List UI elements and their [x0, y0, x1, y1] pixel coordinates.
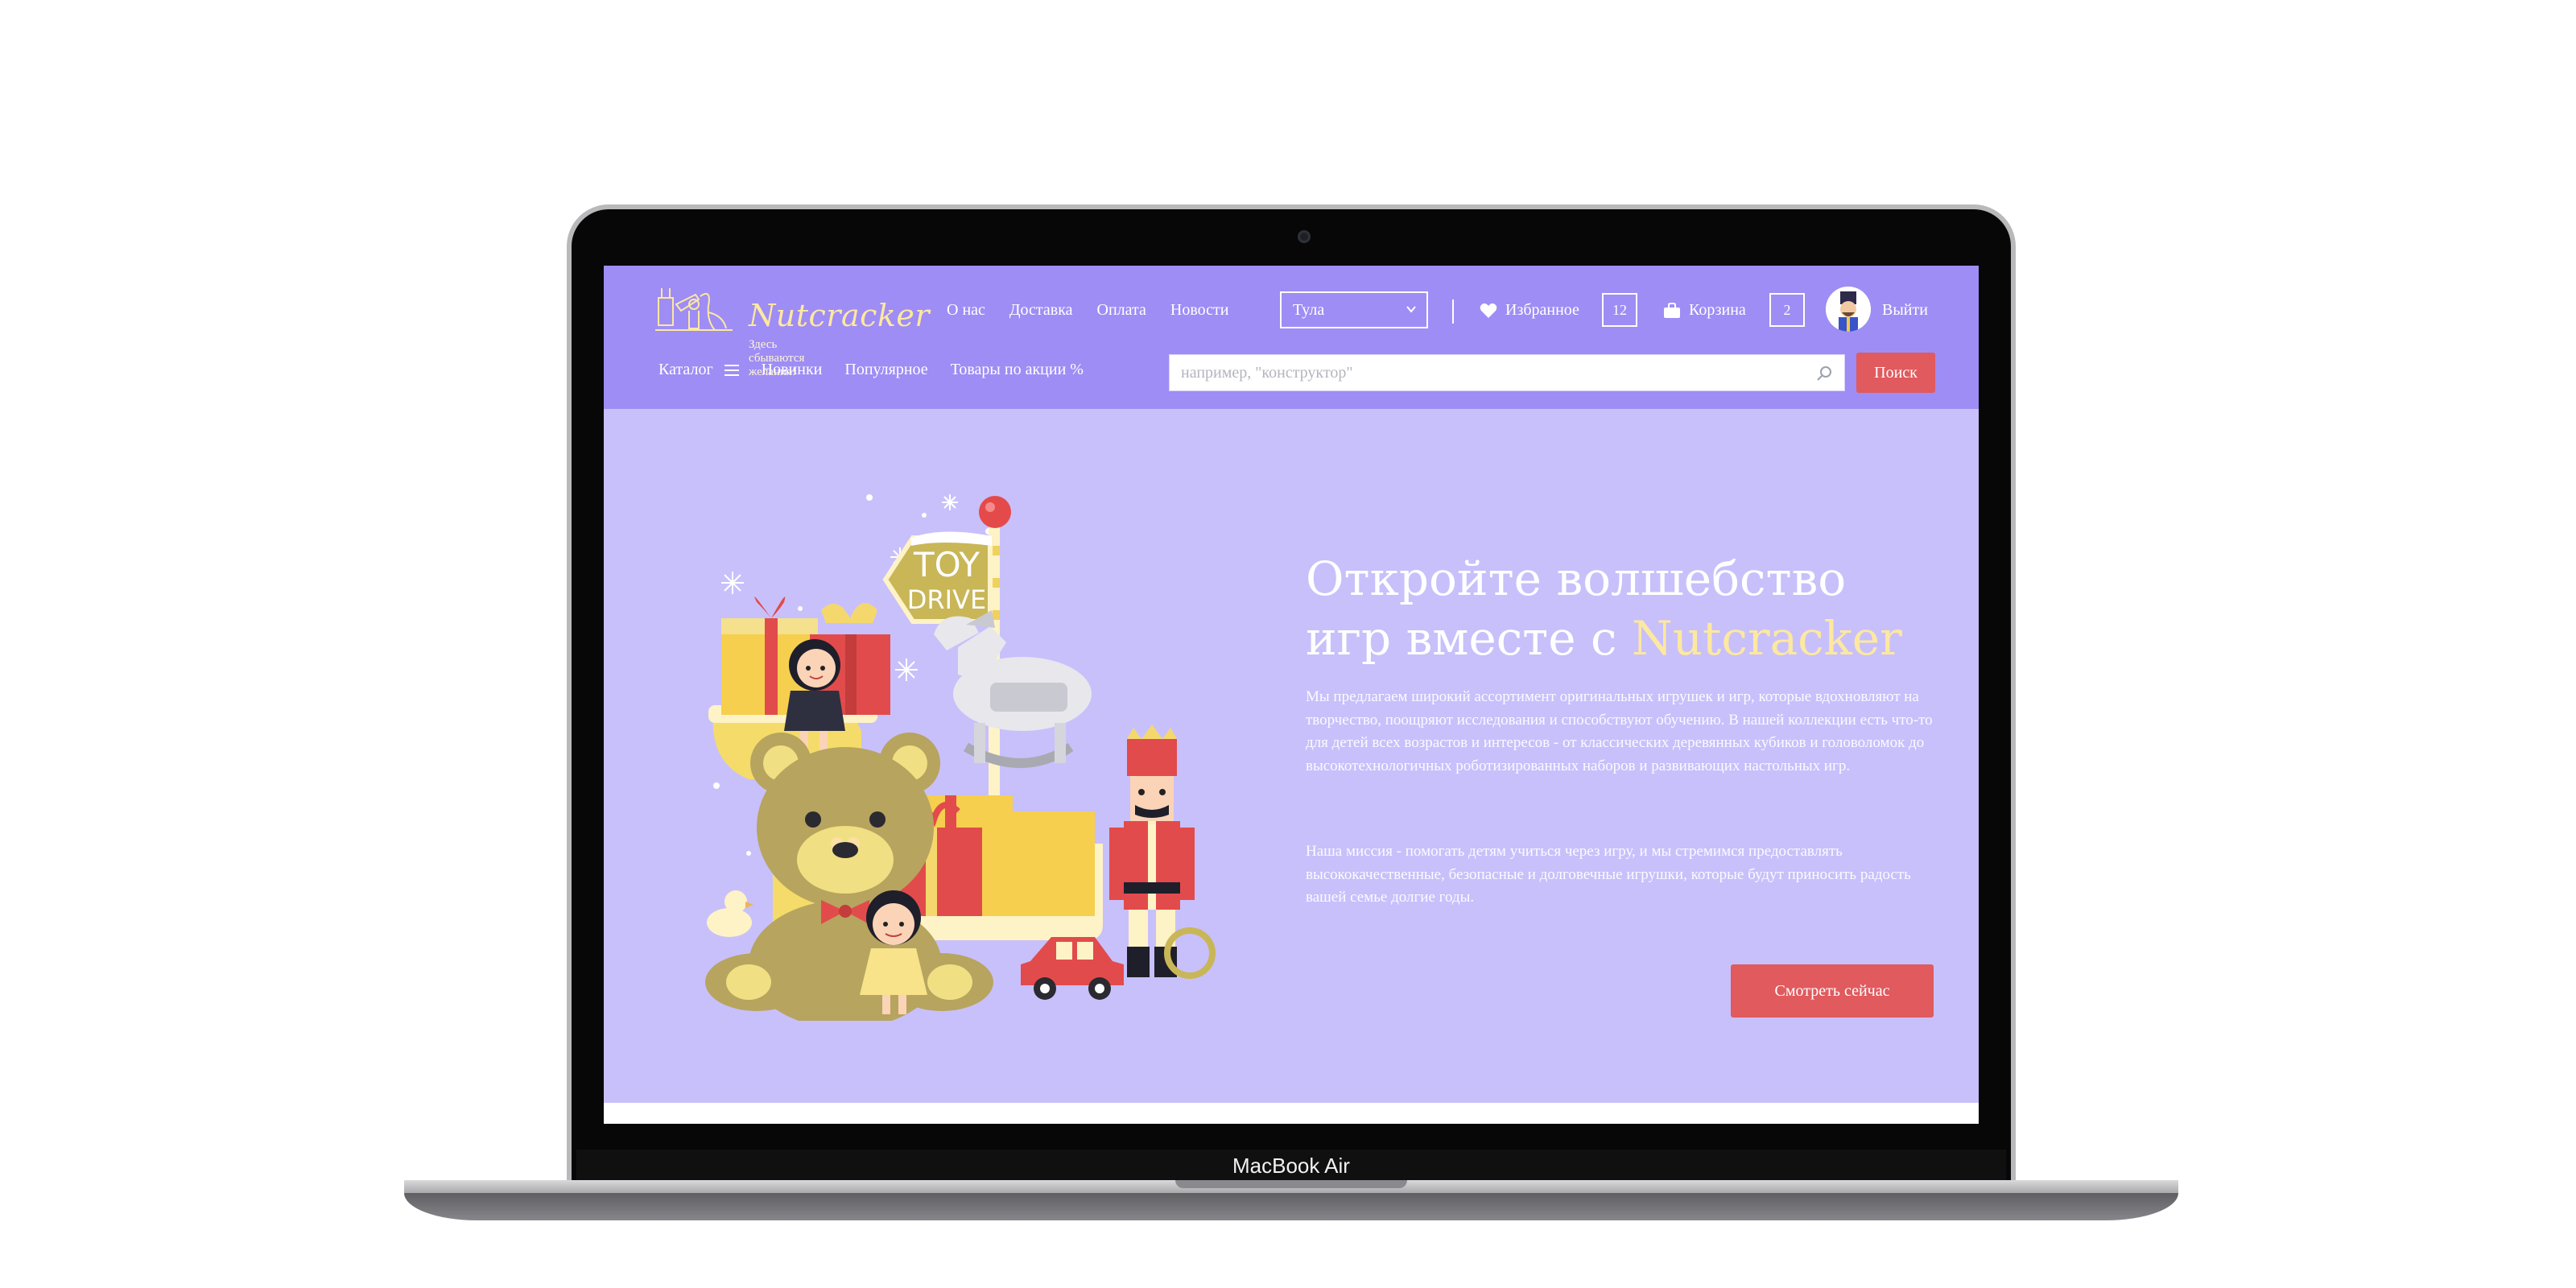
chevron-down-icon: [1406, 293, 1417, 339]
nav-new-arrivals[interactable]: Новинки: [762, 361, 823, 379]
search-button[interactable]: Поиск: [1856, 353, 1935, 393]
nutcracker-logo-icon: [655, 288, 733, 331]
secondary-nav: Каталог Новинки Популярное Товары по акц…: [658, 361, 1084, 379]
sign-line1: TOY: [913, 545, 980, 584]
menu-icon: [724, 364, 739, 376]
toy-drive-illustration: TOY DRIVE: [705, 494, 1216, 1021]
favorites-count-badge: 12: [1602, 293, 1637, 327]
nav-news[interactable]: Новости: [1170, 301, 1229, 320]
catalog-menu-button[interactable]: Каталог: [658, 361, 739, 379]
nav-popular[interactable]: Популярное: [844, 361, 927, 379]
hero-paragraph-1: Мы предлагаем широкий ассортимент оригин…: [1306, 688, 1933, 774]
headline-line-2: игр вместе с Nutcracker: [1306, 609, 1950, 668]
headline-brand-accent: Nutcracker: [1631, 611, 1902, 666]
favorites-label: Избранное: [1505, 301, 1579, 319]
nav-delivery[interactable]: Доставка: [1009, 301, 1073, 320]
camera-icon: [1298, 230, 1311, 243]
user-avatar[interactable]: [1826, 287, 1871, 332]
hero-paragraph-2: Наша миссия - помогать детям учиться чер…: [1306, 843, 1911, 906]
hero-banner: TOY DRIVE Откройте волшебство игр вместе…: [604, 409, 1979, 1103]
nav-sale[interactable]: Товары по акции %: [951, 361, 1084, 379]
laptop-base-shadow: [404, 1193, 2178, 1220]
search-box: [1169, 354, 1845, 391]
headline-line-1: Откройте волшебство: [1306, 551, 1847, 606]
laptop-notch: [1175, 1180, 1407, 1188]
sign-line2: DRIVE: [907, 584, 986, 615]
headline-prefix: игр вместе с: [1306, 611, 1632, 666]
view-now-button[interactable]: Смотреть сейчас: [1731, 964, 1934, 1018]
hero-headline: Откройте волшебство игр вместе с Nutcrac…: [1306, 549, 1950, 668]
city-select[interactable]: Тула: [1280, 291, 1428, 328]
top-nav: О нас Доставка Оплата Новости: [947, 301, 1228, 320]
search-input[interactable]: [1170, 355, 1804, 390]
search-icon[interactable]: [1815, 365, 1833, 386]
bag-icon: [1664, 302, 1680, 318]
browser-screen: Nutcracker Здесь сбываются желания! О на…: [604, 266, 1979, 1124]
nutcracker-avatar-icon: [1826, 287, 1871, 332]
nav-about[interactable]: О нас: [947, 301, 985, 320]
logout-link[interactable]: Выйти: [1882, 301, 1928, 320]
favorites-link[interactable]: Избранное: [1480, 301, 1579, 320]
heart-icon: [1480, 303, 1497, 318]
laptop-model-label: MacBook Air: [576, 1150, 2006, 1182]
cart-label: Корзина: [1689, 301, 1746, 319]
catalog-label: Каталог: [658, 361, 713, 378]
city-select-value: Тула: [1293, 301, 1325, 319]
brand-name: Nutcracker: [749, 298, 931, 333]
cart-link[interactable]: Корзина: [1663, 301, 1746, 320]
nav-payment[interactable]: Оплата: [1097, 301, 1146, 320]
site-logo[interactable]: Nutcracker Здесь сбываются желания!: [652, 280, 930, 378]
site-header: Nutcracker Здесь сбываются желания! О на…: [604, 266, 1979, 409]
cart-count-badge: 2: [1769, 293, 1805, 327]
header-divider: [1452, 299, 1454, 324]
